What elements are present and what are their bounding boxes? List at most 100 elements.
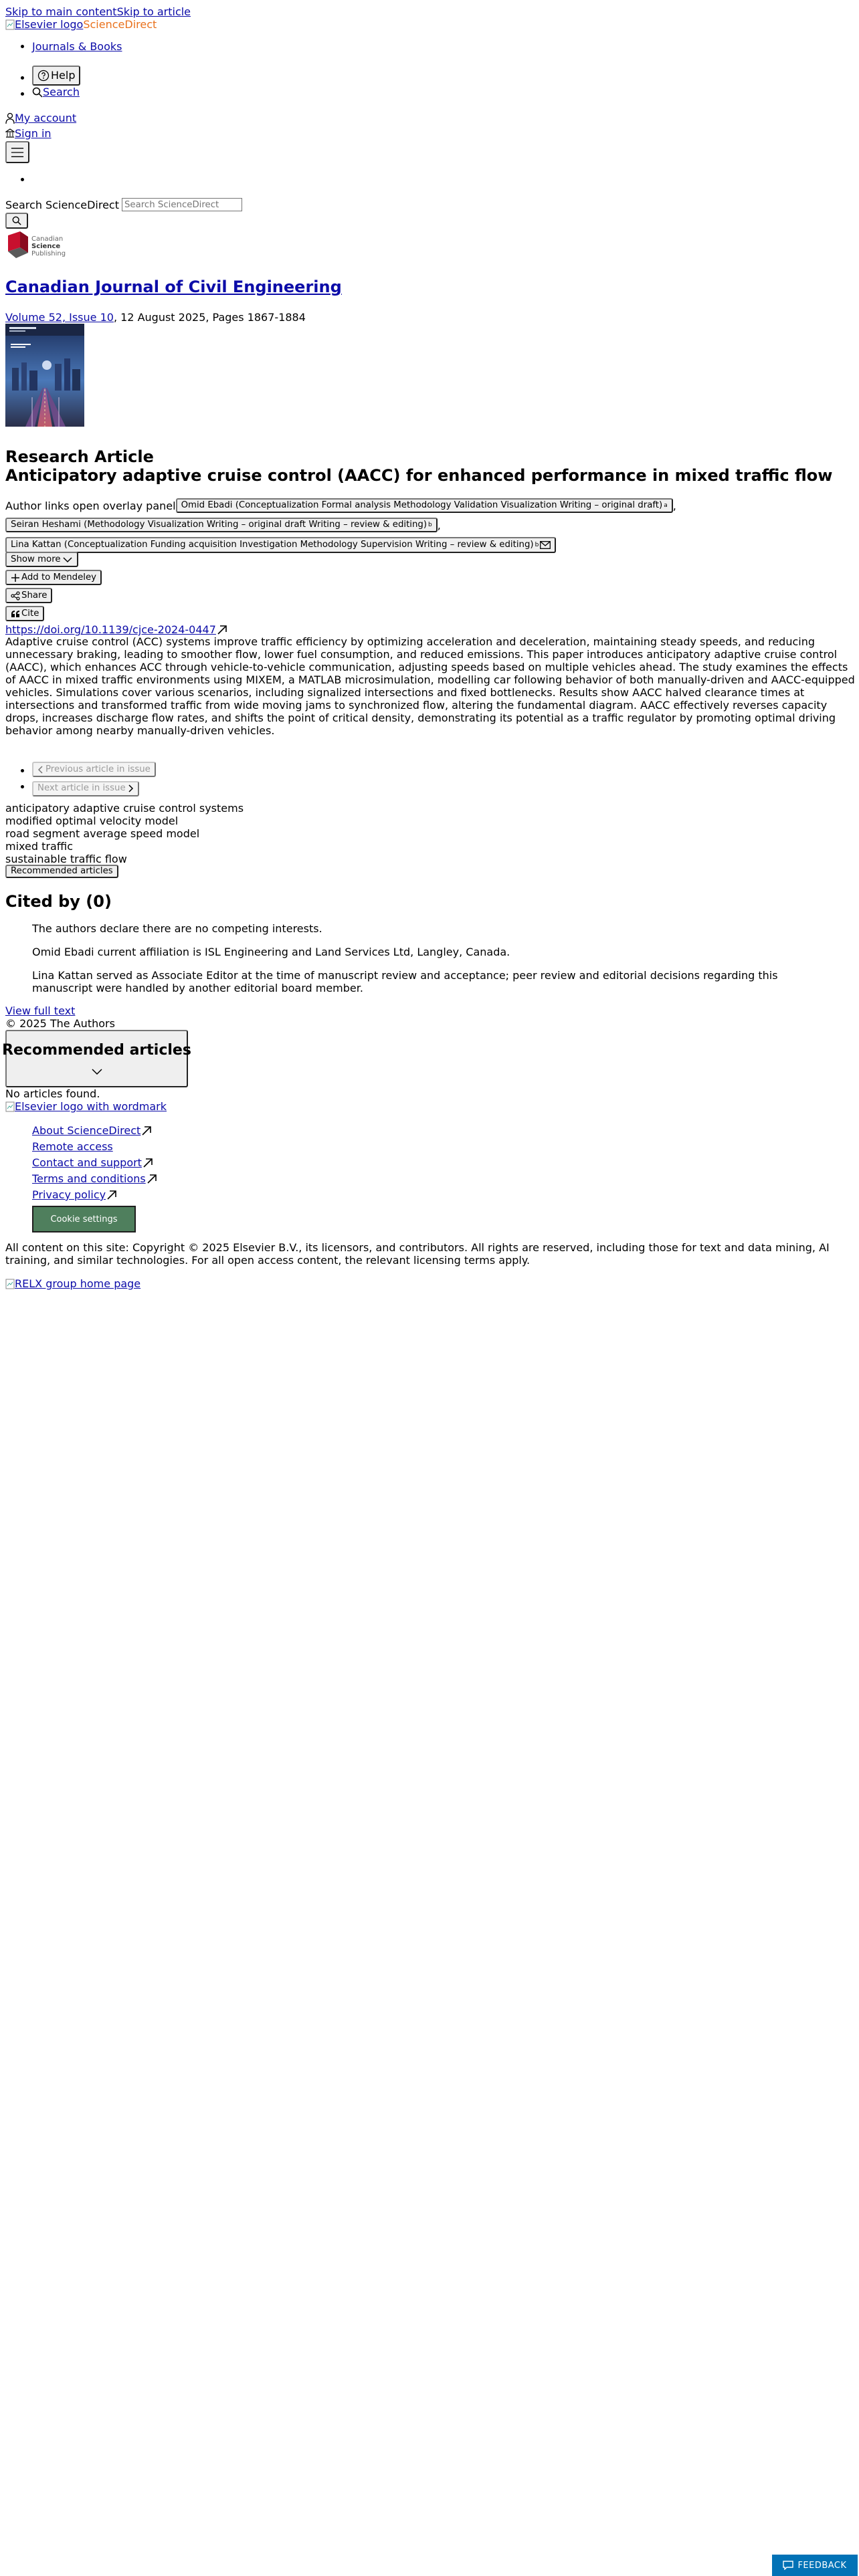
relx-logo[interactable]: RELX group home page <box>5 1277 140 1292</box>
menu-button[interactable] <box>5 141 29 163</box>
footer-link-item: Cookie settings <box>32 1206 158 1232</box>
view-full-text-line: View full text <box>5 1004 75 1017</box>
search-icon <box>12 216 21 225</box>
broken-image-icon <box>5 1279 15 1289</box>
institution-icon <box>5 128 15 138</box>
recommended-articles-jump-button[interactable]: Recommended articles <box>5 865 118 878</box>
keyword: road segment average speed model <box>5 827 200 840</box>
footer-link-item: Contact and support <box>32 1156 158 1172</box>
add-to-mendeley-button[interactable]: Add to Mendeley <box>5 570 102 585</box>
quote-icon <box>11 610 19 617</box>
footnote: Omid Ebadi current affiliation is ISL En… <box>32 946 510 958</box>
keyword: modified optimal velocity model <box>5 815 179 827</box>
csp-logo[interactable]: Canadian Science Publishing <box>5 230 66 262</box>
view-full-text-link[interactable]: View full text <box>5 1004 75 1017</box>
recommended-articles-toggle[interactable]: Recommended articles <box>2 1030 191 1087</box>
chevron-right-icon <box>128 784 133 792</box>
csp-emblem-icon <box>8 231 28 258</box>
keyword: sustainable traffic flow <box>5 853 127 865</box>
external-link-icon <box>143 1158 153 1168</box>
plus-icon <box>11 573 19 582</box>
search-icon <box>32 87 43 98</box>
footer-links: About ScienceDirect Remote access Contac… <box>5 1124 158 1232</box>
footer-logo-link[interactable]: Elsevier logo with wordmark <box>5 1100 167 1113</box>
email-icon <box>540 541 551 549</box>
account-area: My account <box>5 112 76 127</box>
journal-title: Canadian Journal of Civil Engineering <box>5 278 342 296</box>
volume-issue-link[interactable]: Volume 52, Issue 10 <box>5 311 114 324</box>
journal-cover-image[interactable] <box>5 324 84 427</box>
share-button[interactable]: Share <box>5 588 53 603</box>
author-button-3[interactable]: Lina Kattan (Conceptualization Funding a… <box>5 537 557 553</box>
previous-article-button[interactable]: Previous article in issue <box>32 762 156 777</box>
author-separator: , <box>437 518 441 532</box>
skip-to-article-link[interactable]: Skip to article <box>117 5 191 18</box>
cookie-settings-button[interactable]: Cookie settings <box>32 1206 136 1232</box>
chat-bubble-icon <box>783 2561 794 2570</box>
copyright-line: © 2025 The Authors <box>5 1017 115 1030</box>
nav-item-help: Help <box>32 66 233 86</box>
terms-conditions-link[interactable]: Terms and conditions <box>32 1172 158 1185</box>
cite-button[interactable]: Cite <box>5 606 45 621</box>
footnotes: The authors declare there are no competi… <box>32 922 828 994</box>
no-articles-message: No articles found. <box>5 1087 100 1100</box>
show-more-button[interactable]: Show more <box>5 552 78 567</box>
doi-line: https://doi.org/10.1139/cjce-2024-0447 <box>5 623 228 636</box>
copyright-notice: All content on this site: Copyright © 20… <box>5 1241 830 1267</box>
prev-article-item: Previous article in issue <box>32 762 156 777</box>
search-link[interactable]: Search <box>32 86 80 98</box>
footer-link-item: Remote access <box>32 1140 158 1156</box>
about-sciencedirect-link[interactable]: About ScienceDirect <box>32 1124 153 1137</box>
abstract-text: Adaptive cruise control (ACC) systems im… <box>5 635 855 737</box>
remote-access-link[interactable]: Remote access <box>32 1140 113 1153</box>
nav-item-search: Search <box>32 86 233 98</box>
sign-in-link[interactable]: Sign in <box>5 127 52 140</box>
footnote: Lina Kattan served as Associate Editor a… <box>32 969 778 994</box>
footer-link-item: About ScienceDirect <box>32 1124 158 1140</box>
cited-by-heading: Cited by (0) <box>5 892 112 911</box>
external-link-icon <box>147 1174 157 1184</box>
author-links-label: Author links open overlay panel <box>5 499 176 512</box>
contact-support-link[interactable]: Contact and support <box>32 1156 154 1169</box>
skip-links: Skip to main contentSkip to article <box>5 5 191 18</box>
privacy-policy-link[interactable]: Privacy policy <box>32 1188 118 1201</box>
header-logo[interactable]: Elsevier logo ScienceDirect <box>5 18 157 31</box>
article-type: Research Article <box>5 447 154 466</box>
author-button-2[interactable]: Seiran Heshami (Methodology Visualizatio… <box>5 518 438 532</box>
brand-wordmark: ScienceDirect <box>83 18 157 31</box>
relx-home-link[interactable]: RELX group home page <box>5 1277 140 1290</box>
footnote: The authors declare there are no competi… <box>32 922 322 935</box>
search-submit-button[interactable] <box>5 213 28 229</box>
footer-link-item: Terms and conditions <box>32 1172 158 1188</box>
next-article-item: Next article in issue <box>32 780 156 796</box>
empty-list <box>5 173 32 186</box>
next-article-button[interactable]: Next article in issue <box>32 780 139 796</box>
help-icon <box>37 70 50 82</box>
journal-title-link[interactable]: Canadian Journal of Civil Engineering <box>5 278 342 296</box>
volume-issue-line: Volume 52, Issue 10, 12 August 2025, Pag… <box>5 311 306 324</box>
skip-to-main-link[interactable]: Skip to main content <box>5 5 117 18</box>
author-list: Author links open overlay panel Omid Eba… <box>5 498 855 553</box>
top-nav: Journals & Books Help Search <box>5 40 233 98</box>
external-link-icon <box>217 625 227 635</box>
footer-link-item: Privacy policy <box>32 1188 158 1204</box>
footer-logo[interactable]: Elsevier logo with wordmark <box>5 1100 167 1115</box>
help-button[interactable]: Help <box>32 66 81 86</box>
author-button-1[interactable]: Omid Ebadi (Conceptualization Formal ana… <box>175 498 673 513</box>
external-link-icon <box>107 1190 116 1200</box>
keywords: anticipatory adaptive cruise control sys… <box>5 802 244 865</box>
csp-wordmark: Canadian Science Publishing <box>31 235 66 257</box>
keyword: anticipatory adaptive cruise control sys… <box>5 802 244 815</box>
search-label: Search ScienceDirect <box>5 198 119 211</box>
external-link-icon <box>142 1125 152 1136</box>
broken-image-icon <box>5 19 15 29</box>
my-account-link[interactable]: My account <box>5 112 76 124</box>
search-input[interactable] <box>121 198 242 211</box>
chevron-left-icon <box>37 765 43 774</box>
doi-link[interactable]: https://doi.org/10.1139/cjce-2024-0447 <box>5 623 228 636</box>
elsevier-logo-broken-image[interactable]: Elsevier logo <box>5 18 83 31</box>
feedback-button[interactable]: FEEDBACK <box>772 2555 858 2576</box>
sign-in-area: Sign in <box>5 127 52 142</box>
user-icon <box>5 112 15 124</box>
journals-books-link[interactable]: Journals & Books <box>32 40 122 53</box>
